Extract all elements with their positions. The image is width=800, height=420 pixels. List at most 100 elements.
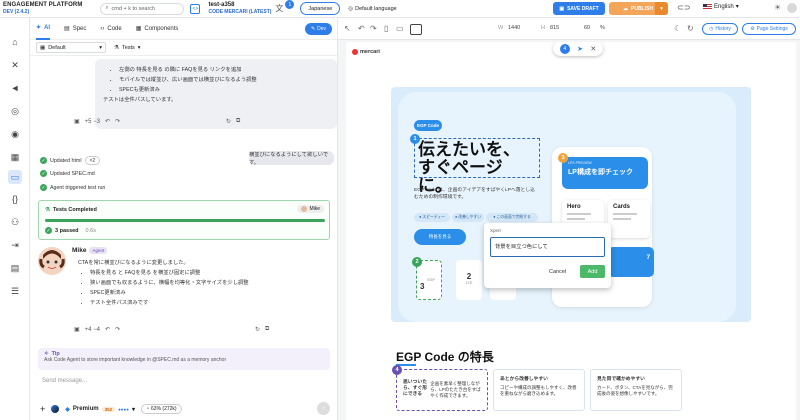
- home-icon[interactable]: ⌂: [8, 35, 22, 49]
- model-icon: [51, 405, 60, 413]
- copy-icon[interactable]: ⧉: [265, 326, 269, 333]
- zoom-input[interactable]: 60: [584, 25, 590, 31]
- moon-icon[interactable]: ☾: [674, 24, 681, 33]
- chevron-down-icon[interactable]: ▾: [655, 2, 668, 15]
- search-input[interactable]: ⌕ cmd + k to search: [100, 2, 185, 15]
- copy-icon[interactable]: ⧉: [236, 118, 240, 125]
- tab-ai[interactable]: ✦ AI: [36, 18, 51, 40]
- hero-tag[interactable]: EGP Code: [414, 120, 442, 131]
- grid-icon: ▦: [40, 44, 46, 51]
- message-input[interactable]: Send message...: [38, 373, 325, 395]
- chat-tabs: ✦ AI ▤ Spec ‹› Code ▦ Components ✎ Dev: [30, 18, 337, 40]
- tip-text: Ask Code Agent to store important knowle…: [44, 357, 227, 363]
- image-icon[interactable]: ▣: [74, 326, 80, 333]
- hero-cta-button[interactable]: 特長を見る: [414, 229, 466, 245]
- code-braces-icon[interactable]: {}: [8, 192, 22, 206]
- model-select[interactable]: ◆ Premium 352 ●●●● ▾: [65, 406, 135, 413]
- status-item: ✓ Updated SPEC.md: [40, 170, 95, 177]
- app-title[interactable]: ENGAGEMENT PLATFORM DEV (2.4.2): [3, 2, 82, 16]
- undo-icon[interactable]: ↶: [358, 24, 365, 33]
- history-button[interactable]: ◷ History: [702, 23, 738, 35]
- height-input[interactable]: 815: [550, 25, 559, 31]
- close-icon[interactable]: ✕: [590, 45, 596, 53]
- feature-card[interactable]: 思いついたら、すぐ形にできる 企画を素早く整理しながら、LPのたたき台をすばやく作…: [396, 369, 488, 411]
- login-icon[interactable]: ⇥: [8, 238, 22, 252]
- chat-panel: ✦ AI ▤ Spec ‹› Code ▦ Components ✎ Dev ▦ Defau…: [30, 18, 338, 420]
- features-title[interactable]: EGP Code の特長: [396, 348, 494, 365]
- feature-card[interactable]: 見た目で確かめやすい カード、ボタン、CTAを見ながら、完成後の姿を想像しやすいで…: [590, 369, 682, 411]
- dev-button[interactable]: ✎ Dev: [305, 23, 332, 35]
- translate-icon[interactable]: 文: [275, 3, 283, 14]
- redo-icon[interactable]: ↷: [115, 118, 120, 125]
- save-draft-button[interactable]: ▣ SAVE DRAFT: [553, 2, 605, 15]
- page-settings-button[interactable]: ⚙ Page Settings: [742, 23, 796, 35]
- refresh-icon[interactable]: ↻: [255, 326, 260, 333]
- settings-sliders-icon[interactable]: ☰: [8, 284, 22, 298]
- layout-icon[interactable]: ▦: [8, 150, 22, 164]
- sun-icon[interactable]: ☀: [774, 3, 781, 12]
- feature-card[interactable]: あとから改善しやすい コピーや構成の調整もしやすく、改善を重ねながら磨き込めます。: [493, 369, 585, 411]
- message-actions: ▣ +5 −3 ↶ ↷: [74, 118, 120, 126]
- undo-icon[interactable]: ↶: [105, 326, 110, 333]
- gallery-icon[interactable]: ▤: [8, 261, 22, 275]
- refresh-icon[interactable]: ↻: [687, 24, 694, 33]
- undo-icon[interactable]: ↶: [105, 118, 110, 125]
- language-select-button[interactable]: Japanese: [300, 2, 341, 15]
- us-flag-icon: [703, 3, 712, 10]
- instruction-textarea[interactable]: 背景を目立つ色にして: [490, 237, 605, 257]
- preview-toolbar: ↖ ↶ ↷ ▯ ▭ W 1440 H 815 60 % ☾ ↻ ◷ History…: [338, 18, 800, 40]
- ui-language-select[interactable]: English ▾: [703, 3, 739, 10]
- refresh-icon[interactable]: ↻: [226, 118, 231, 125]
- redo-icon[interactable]: ↷: [115, 326, 120, 333]
- hero-description[interactable]: EGP Code は、企画のアイデアをすばやくLPへ落とし込むための制作環境です…: [414, 187, 539, 201]
- hero-chip: ● 改善しやすい: [452, 213, 484, 222]
- tab-code[interactable]: ‹› Code: [100, 18, 121, 40]
- cursor-icon[interactable]: ↖: [344, 24, 351, 33]
- link-icon[interactable]: ⊂⊃: [677, 3, 690, 12]
- edit-marker-badge[interactable]: 4: [392, 365, 402, 375]
- target-icon[interactable]: ◉: [8, 127, 22, 141]
- tab-components[interactable]: ▦ Components: [136, 18, 179, 40]
- megaphone-icon[interactable]: ◄: [8, 81, 22, 95]
- tab-spec[interactable]: ▤ Spec: [64, 18, 86, 40]
- user-avatar[interactable]: [787, 3, 797, 13]
- coin-icon[interactable]: ◎: [8, 104, 22, 118]
- send-button[interactable]: ↑: [317, 402, 330, 415]
- width-input[interactable]: 1440: [508, 25, 520, 31]
- code-icon: ‹›: [100, 25, 105, 32]
- edit-marker-badge[interactable]: 1: [410, 134, 420, 144]
- assignee-chip: Mike: [297, 205, 324, 213]
- desktop-icon[interactable]: [410, 24, 422, 35]
- cancel-button[interactable]: Cancel: [549, 269, 566, 275]
- composer-toolbar: + ◆ Premium 352 ●●●● ▾ ◔ 63% (272k) ↑: [40, 402, 330, 416]
- tests-select[interactable]: ⚗ Tests ▾: [114, 45, 141, 51]
- tools-icon[interactable]: ✕: [8, 58, 22, 72]
- save-icon: ▣: [559, 5, 565, 12]
- list-item: 狭い画面でも収まるように、横幅を均等化・文字サイズを少し調整: [90, 278, 307, 288]
- mobile-icon[interactable]: ▯: [384, 24, 388, 33]
- tablet-icon[interactable]: ▭: [396, 24, 404, 33]
- grid-icon: ▦: [135, 26, 142, 32]
- stat-card[interactable]: 2 LTE: [456, 260, 482, 300]
- list-item: 特長を見る と FAQを見る を横並び固定に調整: [90, 268, 307, 278]
- plus-icon[interactable]: +: [40, 404, 45, 414]
- edit-marker-badge[interactable]: 2: [412, 257, 422, 267]
- chat-subbar: ▦ Default ▾ ⚗ Tests ▾: [30, 40, 337, 56]
- redo-icon[interactable]: ↷: [370, 24, 377, 33]
- tests-card: ⚗ Tests Completed Mike ✓ 3 passed 0.6s: [38, 200, 330, 240]
- team-icon[interactable]: ⚇: [8, 215, 22, 229]
- publish-button[interactable]: ☁ PUBLISH ▾: [609, 2, 668, 15]
- flask-icon: ⚗: [114, 44, 119, 51]
- message-tools: ↻ ⧉: [255, 326, 269, 333]
- template-select[interactable]: ▦ Default ▾: [36, 42, 106, 53]
- hero-chip: ● この画面で完結する: [486, 213, 538, 222]
- default-language-toggle[interactable]: ◎ Default language: [348, 6, 396, 12]
- add-button[interactable]: Add: [580, 265, 605, 278]
- pages-icon[interactable]: ▭: [8, 170, 22, 184]
- project-selector[interactable]: test-a358 CODE MERCARI (LATEST): [208, 2, 271, 15]
- image-icon[interactable]: ▣: [74, 118, 80, 125]
- edit-marker-badge[interactable]: 3: [558, 153, 568, 163]
- hero-title[interactable]: 伝えたいを、すぐページに。: [414, 138, 540, 195]
- send-icon[interactable]: ➤: [577, 45, 583, 53]
- list-item: SPECも更新済み: [119, 85, 329, 95]
